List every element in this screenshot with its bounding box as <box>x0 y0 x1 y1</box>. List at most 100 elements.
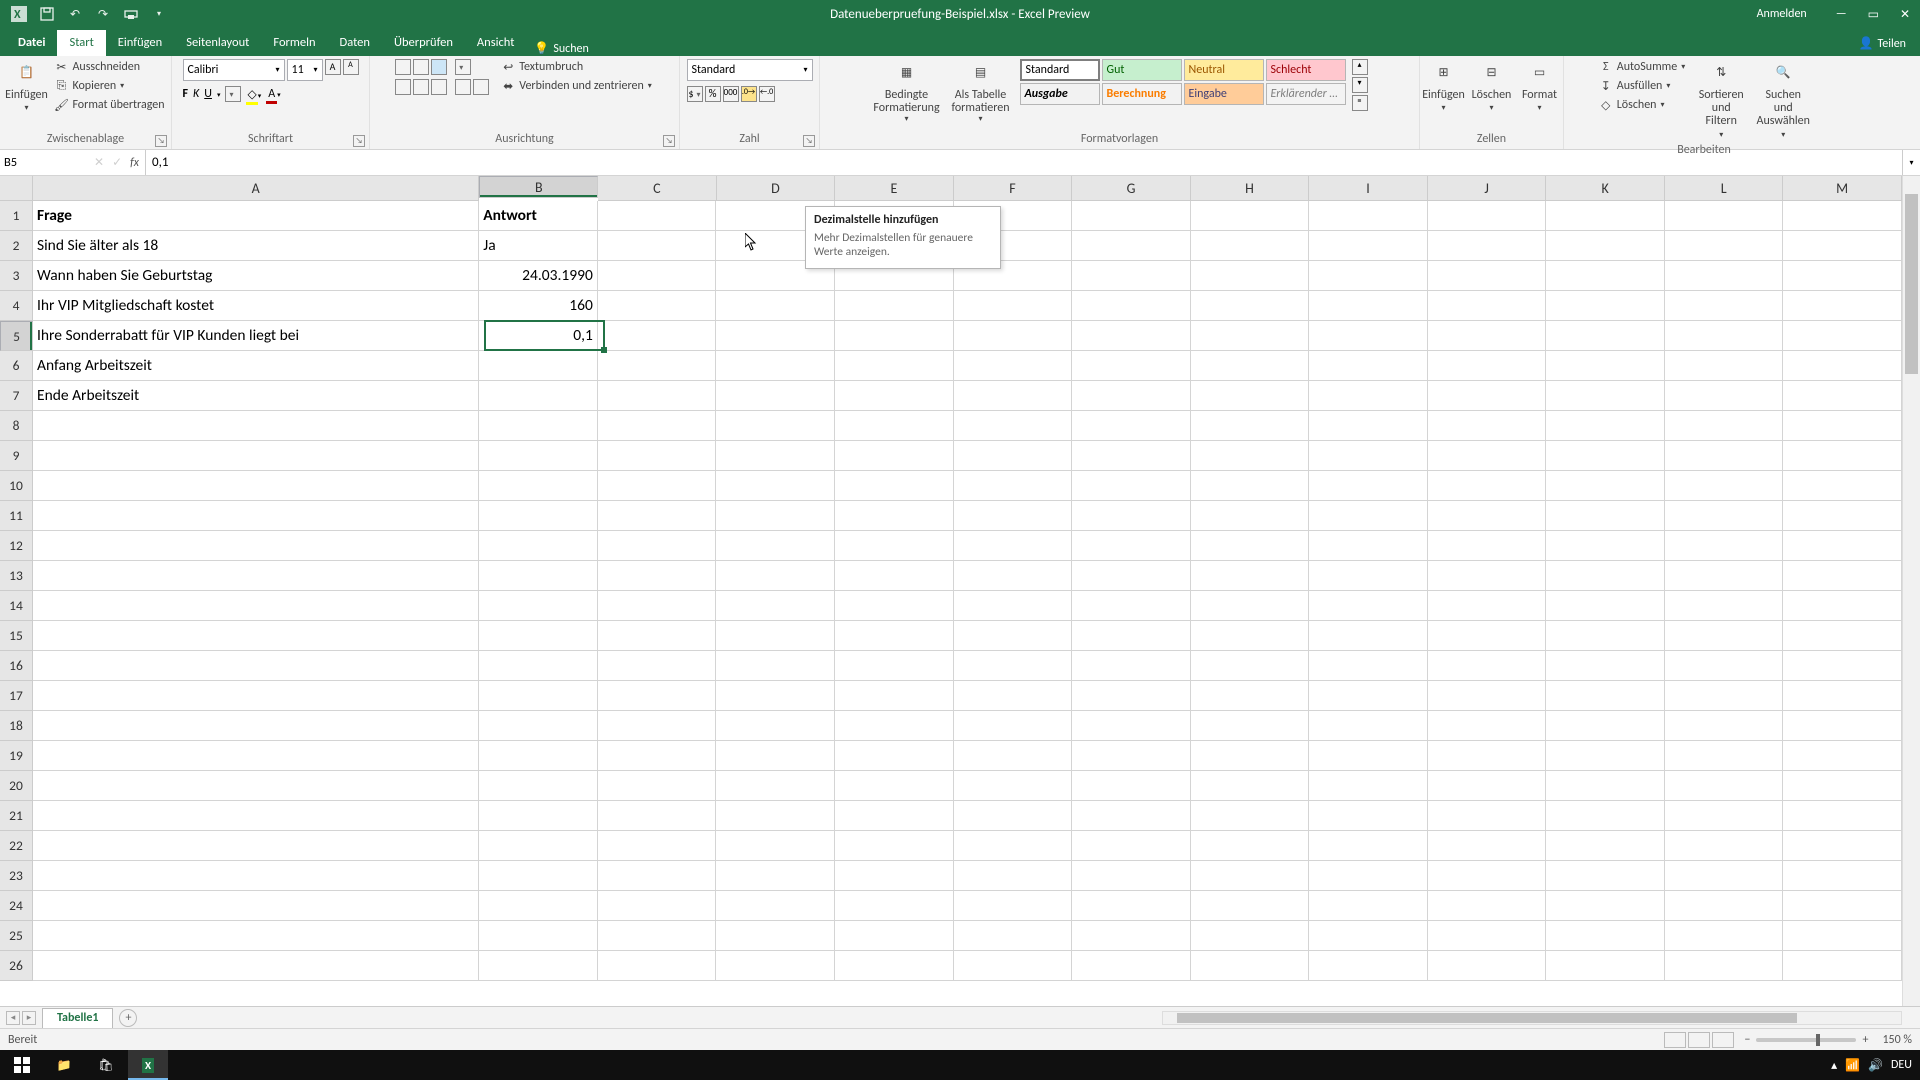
tab-start[interactable]: Start <box>57 30 105 56</box>
cell-E19[interactable] <box>835 741 954 771</box>
cell-I25[interactable] <box>1309 921 1428 951</box>
fx-icon[interactable]: fx <box>130 156 139 170</box>
cell-F21[interactable] <box>954 801 1073 831</box>
cell-L18[interactable] <box>1665 711 1784 741</box>
row-header-21[interactable]: 21 <box>0 801 33 831</box>
cell-E21[interactable] <box>835 801 954 831</box>
cell-E18[interactable] <box>835 711 954 741</box>
cell-K9[interactable] <box>1546 441 1665 471</box>
cell-A25[interactable] <box>33 921 479 951</box>
add-sheet-button[interactable]: + <box>119 1009 137 1027</box>
row-header-24[interactable]: 24 <box>0 891 33 921</box>
save-icon[interactable] <box>38 5 56 23</box>
cell-L15[interactable] <box>1665 621 1784 651</box>
cell-F20[interactable] <box>954 771 1073 801</box>
shrink-font-button[interactable]: A <box>343 59 359 75</box>
cell-L10[interactable] <box>1665 471 1784 501</box>
cell-E22[interactable] <box>835 831 954 861</box>
sheet-tab-1[interactable]: Tabelle1 <box>42 1008 113 1028</box>
cell-J3[interactable] <box>1428 261 1547 291</box>
row-header-4[interactable]: 4 <box>0 291 33 321</box>
row-header-15[interactable]: 15 <box>0 621 33 651</box>
cell-F17[interactable] <box>954 681 1073 711</box>
cell-M20[interactable] <box>1783 771 1902 801</box>
view-layout[interactable] <box>1688 1032 1710 1048</box>
cell-A26[interactable] <box>33 951 479 981</box>
cell-D25[interactable] <box>716 921 835 951</box>
fill-button[interactable]: ↧Ausfüllen▾ <box>1597 78 1687 94</box>
cell-F4[interactable] <box>954 291 1073 321</box>
col-header-J[interactable]: J <box>1428 176 1547 201</box>
border-button[interactable] <box>225 86 241 102</box>
cell-G22[interactable] <box>1072 831 1191 861</box>
cell-C16[interactable] <box>598 651 717 681</box>
row-header-1[interactable]: 1 <box>0 201 33 231</box>
cell-B17[interactable] <box>479 681 598 711</box>
tab-layout[interactable]: Seitenlayout <box>174 30 261 56</box>
cell-H9[interactable] <box>1191 441 1310 471</box>
cell-A5[interactable]: Ihre Sonderrabatt für VIP Kunden liegt b… <box>33 321 479 351</box>
cell-L23[interactable] <box>1665 861 1784 891</box>
cell-H18[interactable] <box>1191 711 1310 741</box>
cell-K22[interactable] <box>1546 831 1665 861</box>
cell-M11[interactable] <box>1783 501 1902 531</box>
cell-E9[interactable] <box>835 441 954 471</box>
cell-J5[interactable] <box>1428 321 1547 351</box>
style-ausgabe[interactable]: Ausgabe <box>1020 83 1100 105</box>
cell-A21[interactable] <box>33 801 479 831</box>
cell-B8[interactable] <box>479 411 598 441</box>
cell-J1[interactable] <box>1428 201 1547 231</box>
underline-button[interactable]: U <box>204 87 212 101</box>
cell-C24[interactable] <box>598 891 717 921</box>
row-header-6[interactable]: 6 <box>0 351 33 381</box>
cell-D17[interactable] <box>716 681 835 711</box>
font-launcher[interactable]: ↘ <box>353 135 365 147</box>
cancel-icon[interactable]: ✕ <box>94 155 104 170</box>
format-table-button[interactable]: ▤Als Tabelle formatieren▾ <box>948 59 1014 126</box>
cell-C2[interactable] <box>598 231 717 261</box>
tab-data[interactable]: Daten <box>328 30 382 56</box>
cell-K8[interactable] <box>1546 411 1665 441</box>
find-select-button[interactable]: 🔍Suchen und Auswählen▾ <box>1755 59 1811 141</box>
select-all-corner[interactable] <box>0 176 33 201</box>
cell-B1[interactable]: Antwort <box>479 201 598 231</box>
cell-L7[interactable] <box>1665 381 1784 411</box>
row-header-3[interactable]: 3 <box>0 261 33 291</box>
cell-I17[interactable] <box>1309 681 1428 711</box>
align-launcher[interactable]: ↘ <box>663 135 675 147</box>
cell-J13[interactable] <box>1428 561 1547 591</box>
cell-A4[interactable]: Ihr VIP Mitgliedschaft kostet <box>33 291 479 321</box>
cell-I22[interactable] <box>1309 831 1428 861</box>
cell-C13[interactable] <box>598 561 717 591</box>
align-bottom-button[interactable] <box>431 59 447 75</box>
cell-J12[interactable] <box>1428 531 1547 561</box>
bold-button[interactable]: F <box>183 87 189 101</box>
cell-D7[interactable] <box>716 381 835 411</box>
cell-B2[interactable]: Ja <box>479 231 598 261</box>
style-neutral[interactable]: Neutral <box>1184 59 1264 81</box>
cell-L1[interactable] <box>1665 201 1784 231</box>
zoom-out[interactable]: − <box>1744 1033 1750 1047</box>
cell-H23[interactable] <box>1191 861 1310 891</box>
cell-I11[interactable] <box>1309 501 1428 531</box>
name-box[interactable]: ▾ <box>0 150 88 175</box>
font-color-button[interactable]: A▾ <box>266 87 280 101</box>
cell-A14[interactable] <box>33 591 479 621</box>
cell-F23[interactable] <box>954 861 1073 891</box>
row-header-10[interactable]: 10 <box>0 471 33 501</box>
cell-J26[interactable] <box>1428 951 1547 981</box>
style-erklar[interactable]: Erklärender … <box>1266 83 1346 105</box>
cell-H14[interactable] <box>1191 591 1310 621</box>
cell-B4[interactable]: 160 <box>479 291 598 321</box>
row-header-13[interactable]: 13 <box>0 561 33 591</box>
cell-B21[interactable] <box>479 801 598 831</box>
cell-J24[interactable] <box>1428 891 1547 921</box>
col-header-E[interactable]: E <box>835 176 954 201</box>
cell-F24[interactable] <box>954 891 1073 921</box>
cell-C3[interactable] <box>598 261 717 291</box>
undo-icon[interactable]: ↶ <box>66 5 84 23</box>
zoom-slider[interactable] <box>1756 1038 1856 1042</box>
cell-J8[interactable] <box>1428 411 1547 441</box>
cell-I3[interactable] <box>1309 261 1428 291</box>
cell-I26[interactable] <box>1309 951 1428 981</box>
